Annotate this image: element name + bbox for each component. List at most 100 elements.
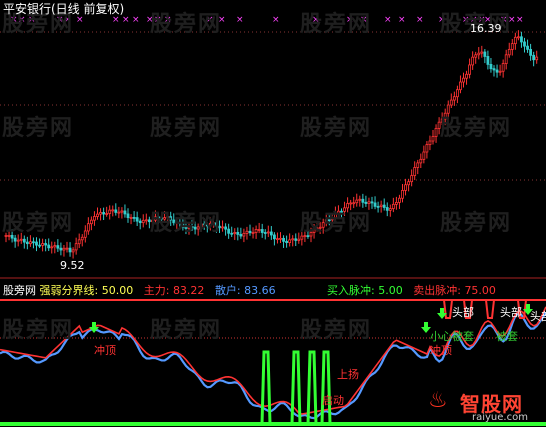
chart-title: 平安银行(日线 前复权) [3, 2, 125, 16]
candle-body [498, 70, 502, 73]
candle-body [288, 239, 292, 243]
watermark: 股旁网 [2, 116, 75, 141]
watermark: 股旁网 [300, 318, 373, 343]
candle-body [434, 128, 438, 137]
watermark: 股旁网 [2, 318, 75, 343]
candle-body [294, 238, 298, 241]
site-logo: ♨ 智股网 raiyue.com [428, 386, 546, 427]
event-mark: × [76, 15, 84, 25]
candle-body [532, 54, 536, 61]
candle-body [501, 63, 505, 72]
candle-body [504, 54, 508, 64]
annotation-toubu: 头部 [530, 310, 546, 323]
candle-body [86, 223, 90, 232]
event-mark: × [416, 15, 424, 25]
candle-body [410, 175, 414, 183]
candle-body [413, 167, 417, 176]
candle-body [285, 240, 289, 243]
candle-body [529, 48, 532, 56]
price-low-label: 9.52 [60, 259, 85, 272]
candle-body [239, 234, 243, 237]
event-mark: × [122, 15, 130, 25]
candle-body [425, 144, 429, 153]
header-retail-key: 散户: [214, 284, 241, 297]
header-boundary-key: 强弱分界线: [39, 284, 99, 297]
candle-body [83, 230, 87, 238]
candle-body [361, 198, 365, 203]
candle-body [401, 190, 404, 199]
candle-body [507, 49, 511, 56]
candle-body [47, 244, 51, 249]
candle-body [96, 213, 99, 217]
candle-body [379, 204, 383, 207]
candle-body [77, 239, 81, 245]
watermark: 股旁网 [300, 116, 373, 141]
annotation-qidong: 启动 [322, 394, 344, 407]
candle-body [132, 217, 136, 219]
candle-body [102, 212, 105, 215]
event-mark: × [112, 15, 120, 25]
candle-body [266, 231, 270, 234]
candle-body [65, 247, 69, 250]
candle-body [355, 199, 359, 204]
candle-body [233, 232, 237, 235]
candle-body [373, 202, 377, 207]
candle-body [19, 238, 23, 241]
indicator-header: 股旁网 强弱分界线: 50.00 主力: 83.22 散户: 83.66 [3, 284, 276, 298]
candle-body [455, 89, 459, 98]
annotation-toubu: 头部 [500, 306, 522, 319]
header-sell-value: 75.00 [464, 284, 496, 297]
candle-body [269, 231, 273, 236]
event-mark: × [132, 15, 140, 25]
candle-body [367, 201, 371, 204]
watermark: 股旁网 [150, 211, 223, 236]
candle-body [282, 237, 285, 242]
event-mark: × [384, 15, 392, 25]
candle-body [419, 158, 423, 164]
candle-body [492, 68, 496, 71]
candle-body [391, 203, 395, 209]
candle-body [13, 237, 17, 242]
candle-body [56, 245, 60, 249]
header-main-value: 83.22 [172, 284, 205, 297]
header-main-key: 主力: [143, 284, 170, 297]
candle-body [38, 244, 41, 247]
candle-body [141, 219, 145, 224]
candle-body [416, 162, 420, 168]
candle-body [263, 232, 267, 234]
candle-body [35, 241, 38, 246]
candle-body [90, 219, 93, 225]
candle-body [465, 73, 468, 79]
candle-body [474, 54, 478, 58]
candle-body [291, 238, 295, 241]
header-buy-value: 5.00 [378, 284, 403, 297]
event-mark: × [516, 15, 524, 25]
candle-body [364, 201, 368, 204]
candle-body [99, 212, 102, 215]
candle-body [388, 208, 392, 211]
watermark: 股旁网 [300, 12, 373, 37]
candle-body [138, 220, 142, 224]
candle-body [358, 198, 362, 201]
candle-body [224, 226, 228, 230]
candle-body [260, 229, 264, 233]
event-mark: × [272, 15, 280, 25]
candle-body [535, 56, 539, 61]
candle-body [352, 202, 356, 205]
candle-body [526, 45, 529, 50]
annotation-beitao: 被套 [496, 330, 518, 343]
header-retail-value: 83.66 [244, 284, 276, 297]
header-boundary-value: 50.00 [101, 284, 134, 297]
annotation-shangyang: 上扬 [337, 368, 359, 381]
watermark: 股旁网 [440, 116, 513, 141]
header-sell-key: 卖出脉冲: [413, 284, 461, 297]
candle-body [135, 217, 139, 222]
watermark: 股旁网 [2, 211, 75, 236]
logo-url: raiyue.com [472, 412, 528, 423]
candle-body [74, 243, 78, 251]
indicator-header-right: 买入脉冲: 5.00 卖出脉冲: 75.00 [327, 284, 496, 298]
candle-body [517, 36, 520, 39]
watermark: 股旁网 [150, 318, 223, 343]
candle-body [297, 238, 301, 241]
candle-body [236, 232, 240, 235]
